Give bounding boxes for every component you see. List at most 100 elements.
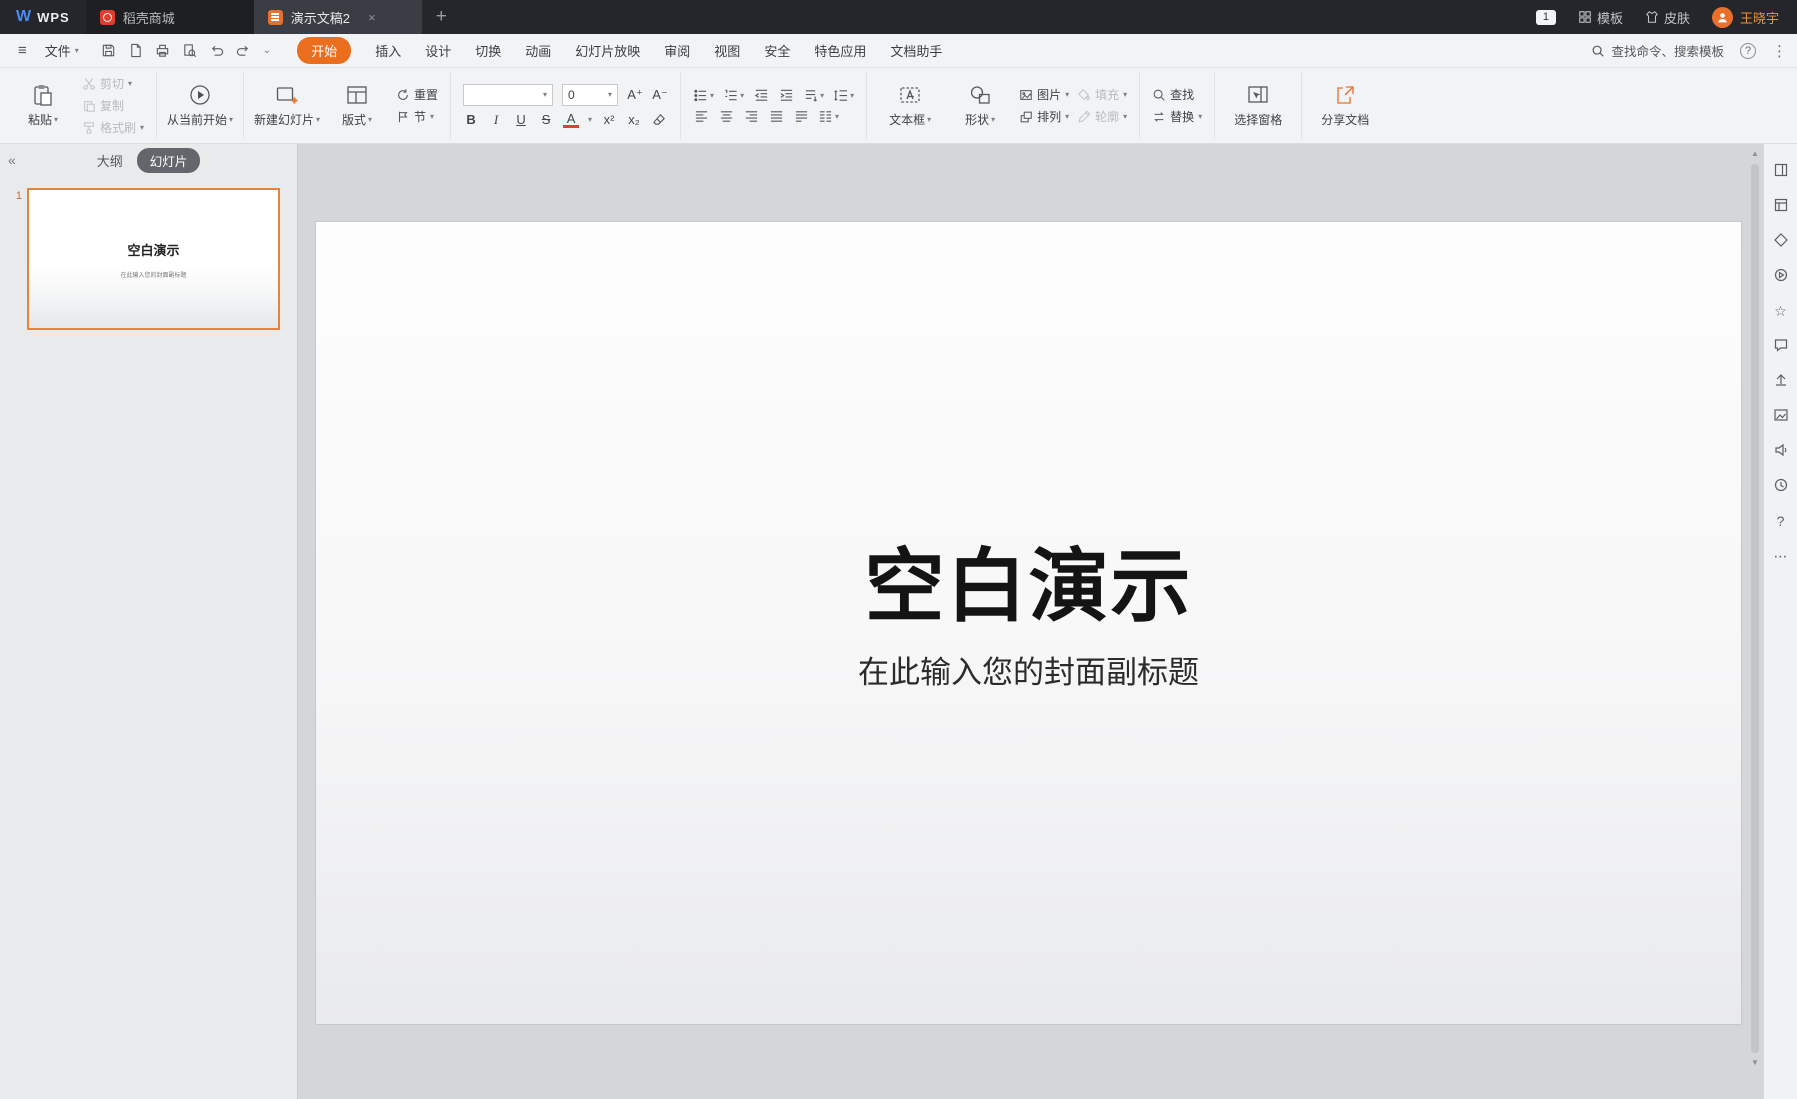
- cut-button[interactable]: 剪切 ▾: [82, 75, 144, 92]
- vertical-scrollbar[interactable]: ▲ ▼: [1749, 148, 1761, 1069]
- shrink-font-button[interactable]: A⁻: [652, 87, 668, 103]
- tab-slideshow[interactable]: 幻灯片放映: [575, 41, 640, 60]
- increase-indent-button[interactable]: [778, 88, 794, 103]
- new-tab-button[interactable]: +: [422, 6, 461, 28]
- slides-tab[interactable]: 幻灯片: [137, 148, 201, 173]
- italic-button[interactable]: I: [488, 112, 504, 128]
- favorites-star-icon[interactable]: ☆: [1772, 302, 1790, 320]
- search-command-box[interactable]: 查找命令、搜索模板: [1591, 41, 1724, 60]
- scrollbar-thumb[interactable]: [1751, 164, 1759, 1053]
- print-preview-button[interactable]: [182, 43, 197, 58]
- subscript-button[interactable]: x₂: [626, 112, 642, 127]
- align-center-button[interactable]: [718, 109, 734, 124]
- tab-insert[interactable]: 插入: [375, 41, 401, 60]
- tab-home[interactable]: 开始: [297, 37, 351, 64]
- align-justify-button[interactable]: [768, 109, 784, 124]
- template-button[interactable]: 模板: [1578, 8, 1623, 27]
- editing-canvas[interactable]: 空白演示 在此输入您的封面副标题 ▲ ▼: [298, 144, 1763, 1099]
- align-left-button[interactable]: [693, 109, 709, 124]
- help-icon[interactable]: ?: [1740, 43, 1756, 59]
- user-avatar[interactable]: [1712, 7, 1733, 28]
- clear-format-button[interactable]: [651, 112, 667, 127]
- slide-thumbnail[interactable]: 空白演示 在此输入您的封面副标题: [27, 188, 280, 330]
- underline-button[interactable]: U: [513, 112, 529, 127]
- font-color-button[interactable]: A: [563, 112, 579, 128]
- file-menu-button[interactable]: 文件 ▾: [35, 34, 89, 67]
- outline-button[interactable]: 轮廓 ▾: [1077, 108, 1127, 125]
- save-button[interactable]: [101, 43, 116, 58]
- play-from-current-button[interactable]: 从当前开始▾: [169, 83, 231, 128]
- tab-doc-assistant[interactable]: 文档助手: [890, 41, 942, 60]
- tab-special-features[interactable]: 特色应用: [814, 41, 866, 60]
- selection-pane-button[interactable]: 选择窗格: [1227, 83, 1289, 128]
- more-tools-icon[interactable]: ⋯: [1772, 547, 1790, 565]
- share-document-button[interactable]: 分享文档: [1314, 83, 1376, 128]
- close-tab-icon[interactable]: ×: [368, 10, 376, 25]
- tab-presentation-document[interactable]: 演示文稿2 ×: [254, 0, 422, 34]
- text-box-button[interactable]: 文本框▾: [879, 83, 941, 128]
- main-menu-icon[interactable]: ≡: [10, 42, 35, 59]
- superscript-button[interactable]: x²: [601, 112, 617, 127]
- quickbar-customize-icon[interactable]: ⌄: [263, 45, 271, 56]
- copy-button[interactable]: 复制: [82, 97, 144, 114]
- design-resources-icon[interactable]: [1772, 197, 1790, 215]
- font-name-combobox[interactable]: ▾: [463, 84, 553, 106]
- properties-pane-icon[interactable]: [1772, 162, 1790, 180]
- comments-pane-icon[interactable]: [1772, 337, 1790, 355]
- columns-button[interactable]: ▾: [818, 109, 839, 124]
- print-button[interactable]: [155, 43, 170, 58]
- slide-subtitle-placeholder[interactable]: 在此输入您的封面副标题: [316, 647, 1741, 692]
- reset-slide-button[interactable]: 重置: [396, 86, 438, 103]
- slide-layout-button[interactable]: 版式▾: [326, 83, 388, 128]
- history-pane-icon[interactable]: [1772, 477, 1790, 495]
- skin-button[interactable]: 皮肤: [1645, 8, 1690, 27]
- align-right-button[interactable]: [743, 109, 759, 124]
- image-pane-icon[interactable]: [1772, 407, 1790, 425]
- more-menu-icon[interactable]: ⋮: [1772, 42, 1787, 60]
- numbered-list-button[interactable]: ▾: [723, 88, 744, 103]
- export-pane-icon[interactable]: [1772, 372, 1790, 390]
- chevron-down-icon[interactable]: ▾: [588, 115, 592, 124]
- fill-button[interactable]: 填充 ▾: [1077, 86, 1127, 103]
- section-button[interactable]: 节 ▾: [396, 108, 438, 125]
- export-pdf-button[interactable]: [128, 43, 143, 58]
- message-count-badge[interactable]: 1: [1536, 10, 1556, 25]
- tab-animations[interactable]: 动画: [525, 41, 551, 60]
- paste-button[interactable]: 粘贴▾: [12, 83, 74, 128]
- decrease-indent-button[interactable]: [753, 88, 769, 103]
- wps-menu-button[interactable]: W WPS: [0, 0, 86, 34]
- arrange-button[interactable]: 排列 ▾: [1019, 108, 1069, 125]
- animation-pane-icon[interactable]: [1772, 267, 1790, 285]
- transition-pane-icon[interactable]: [1772, 232, 1790, 250]
- scroll-down-icon[interactable]: ▼: [1749, 1057, 1761, 1069]
- scroll-up-icon[interactable]: ▲: [1749, 148, 1761, 160]
- tab-docer-store[interactable]: 稻壳商城: [86, 0, 254, 34]
- slide-1[interactable]: 空白演示 在此输入您的封面副标题: [316, 222, 1741, 1024]
- media-pane-icon[interactable]: [1772, 442, 1790, 460]
- new-slide-button[interactable]: 新建幻灯片▾: [256, 83, 318, 128]
- format-painter-button[interactable]: 格式刷 ▾: [82, 119, 144, 136]
- tab-security[interactable]: 安全: [764, 41, 790, 60]
- redo-button[interactable]: [236, 43, 251, 58]
- distribute-text-button[interactable]: [793, 109, 809, 124]
- tab-transitions[interactable]: 切换: [475, 41, 501, 60]
- grow-font-button[interactable]: A⁺: [627, 87, 643, 103]
- shapes-button[interactable]: 形状▾: [949, 83, 1011, 128]
- tab-design[interactable]: 设计: [425, 41, 451, 60]
- user-name[interactable]: 王晓宇: [1740, 8, 1779, 27]
- font-size-combobox[interactable]: 0 ▾: [562, 84, 618, 106]
- outline-tab[interactable]: 大纲: [97, 151, 123, 170]
- slide-title-placeholder[interactable]: 空白演示: [316, 522, 1741, 638]
- replace-button[interactable]: 替换 ▾: [1152, 108, 1202, 125]
- bold-button[interactable]: B: [463, 112, 479, 127]
- collapse-panel-icon[interactable]: «: [8, 152, 16, 168]
- help-pane-icon[interactable]: ?: [1772, 512, 1790, 530]
- undo-button[interactable]: [209, 43, 224, 58]
- picture-button[interactable]: 图片 ▾: [1019, 86, 1069, 103]
- tab-review[interactable]: 审阅: [664, 41, 690, 60]
- find-button[interactable]: 查找: [1152, 86, 1202, 103]
- bullet-list-button[interactable]: ▾: [693, 88, 714, 103]
- text-direction-button[interactable]: ▾: [803, 88, 824, 103]
- strikethrough-button[interactable]: S: [538, 112, 554, 127]
- tab-view[interactable]: 视图: [714, 41, 740, 60]
